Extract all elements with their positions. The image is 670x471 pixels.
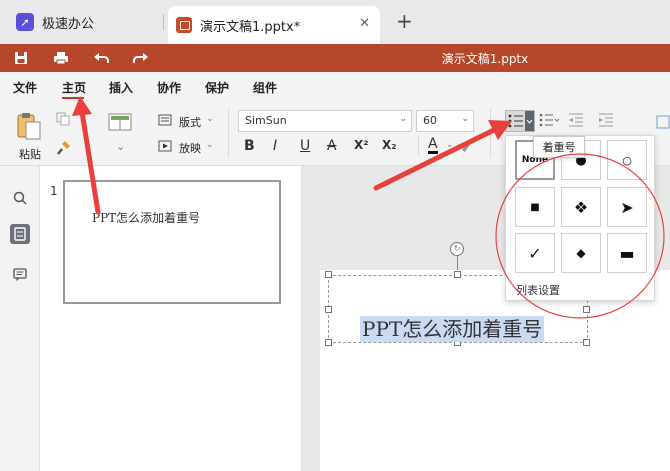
slide-thumbnail-text: PPT怎么添加着重号 [92,211,201,225]
selected-slide-text[interactable]: PPT怎么添加着重号 [360,316,545,342]
document-tab[interactable]: 演示文稿1.pptx* ✕ [168,6,380,44]
copy-icon[interactable] [56,112,70,129]
document-tab-label: 演示文稿1.pptx* [200,19,301,35]
bullet-hollow-circle-option[interactable]: ○ [607,140,647,180]
resize-handle[interactable] [454,271,461,278]
slide-number: 1 [50,184,58,198]
paste-icon[interactable] [16,112,42,143]
bullet-checkmark-option[interactable]: ✓ [515,233,555,273]
layout-label[interactable]: 版式 [179,114,201,130]
resize-handle[interactable] [325,339,332,346]
font-color-button[interactable]: A [428,137,438,154]
strikethrough-button[interactable]: A [327,138,337,154]
diamond-bullet-icon: ◆ [576,246,586,260]
bullet-tooltip-text: 着重号 [542,141,576,154]
arrow-bullet-icon: ➤ [620,197,634,217]
tab-strip: ➚ 极速办公 演示文稿1.pptx* ✕ + [0,0,670,44]
rotate-handle-icon[interactable]: ↻ [450,242,464,256]
left-sidebar [0,166,40,471]
play-label[interactable]: 放映 [179,140,201,156]
decrease-indent-icon[interactable] [568,112,584,131]
font-size-select[interactable]: 60 ⌄ [416,110,474,132]
hollow-circle-bullet-icon: ○ [622,153,632,167]
presentation-icon [176,17,192,33]
tab-divider [163,14,164,30]
italic-button[interactable]: I [273,138,277,154]
font-name-chevron-icon: ⌄ [399,114,407,124]
square-bullet-icon: ■ [530,201,540,213]
bullet-list-button[interactable] [505,110,535,132]
active-menu-indicator [62,97,84,99]
resize-handle[interactable] [325,306,332,313]
diamond-cluster-bullet-icon: ❖ [573,197,589,217]
dash-bullet-icon: ▬ [619,243,635,263]
font-name-value: SimSun [245,114,287,127]
menu-bar: 文件 主页 插入 协作 保护 组件 [0,72,670,100]
numbered-list-icon[interactable] [538,112,560,131]
list-settings-link[interactable]: 列表设置 [516,282,560,298]
font-color-chevron-icon[interactable]: ⌄ [446,140,454,150]
menu-home[interactable]: 主页 [62,79,86,96]
ribbon-divider [228,108,229,158]
ribbon-divider-3 [490,108,491,158]
chevron-down-icon[interactable]: ⌄ [116,140,125,153]
close-tab-icon[interactable]: ✕ [359,16,370,31]
more-tools-icon[interactable] [656,114,670,133]
bullet-diamond-option[interactable]: ◆ [561,233,601,273]
underline-button[interactable]: U [300,138,310,154]
bold-button[interactable]: B [244,138,255,154]
slides-panel-icon[interactable] [10,224,30,244]
layout-chevron-icon[interactable]: ⌄ [206,114,214,124]
checkmark-bullet-icon: ✓ [528,243,542,263]
search-icon[interactable] [10,188,30,208]
play-icon[interactable] [158,140,172,155]
bullet-square-option[interactable]: ■ [515,187,555,227]
resize-handle[interactable] [325,271,332,278]
resize-handle[interactable] [583,306,590,313]
paste-label: 粘贴 [19,148,41,161]
new-tab-button[interactable]: + [396,11,413,31]
new-slide-icon[interactable] [108,112,132,135]
highlight-icon[interactable] [458,138,474,157]
increase-indent-icon[interactable] [598,112,614,131]
rocket-icon: ➚ [16,13,34,31]
app-tab[interactable]: ➚ 极速办公 [6,6,166,38]
app-tab-label: 极速办公 [42,16,95,32]
menu-collaborate[interactable]: 协作 [157,79,181,96]
comment-icon[interactable] [10,264,30,284]
rotate-handle-stem [457,256,458,270]
menu-protect[interactable]: 保护 [205,79,229,96]
play-chevron-icon[interactable]: ⌄ [206,140,214,150]
document-title: 演示文稿1.pptx [441,52,529,66]
bullet-arrow-option[interactable]: ➤ [607,187,647,227]
bullet-diamond-cluster-option[interactable]: ❖ [561,187,601,227]
bullet-dash-option[interactable]: ▬ [607,233,647,273]
superscript-button[interactable]: X² [354,138,369,152]
layout-icon[interactable] [158,114,172,129]
menu-components[interactable]: 组件 [253,79,277,96]
ribbon-divider-2 [418,136,419,156]
resize-handle[interactable] [583,339,590,346]
format-painter-icon[interactable] [56,140,72,159]
font-size-value: 60 [423,114,437,127]
title-bar: 演示文稿1.pptx [0,44,670,72]
menu-insert[interactable]: 插入 [109,79,133,96]
menu-file[interactable]: 文件 [13,79,37,96]
font-size-chevron-icon: ⌄ [461,114,469,124]
subscript-button[interactable]: X₂ [382,138,397,152]
slide-thumbnail[interactable] [63,180,281,304]
font-name-select[interactable]: SimSun ⌄ [238,110,412,132]
bullet-tooltip: 着重号 [533,136,585,158]
